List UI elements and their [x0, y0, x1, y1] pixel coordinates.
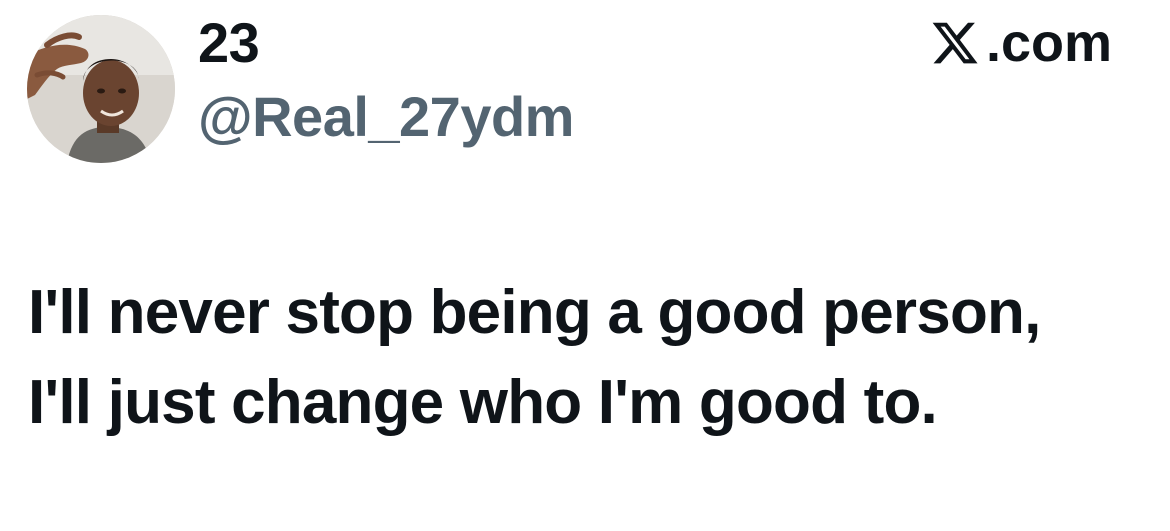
tweet-text: I'll never stop being a good person, I'l… — [28, 268, 1148, 448]
display-name[interactable]: 23 — [198, 10, 260, 76]
x-logo-icon — [930, 18, 980, 68]
tweet-line: I'll never stop being a good person, — [28, 278, 1041, 347]
tweet-line: I'll just change who I'm good to. — [28, 368, 938, 437]
brand-suffix: .com — [985, 13, 1112, 73]
brand-watermark: .com — [930, 12, 1112, 74]
avatar[interactable] — [27, 15, 175, 163]
user-handle[interactable]: @Real_27ydm — [198, 84, 574, 150]
avatar-photo — [27, 15, 175, 163]
